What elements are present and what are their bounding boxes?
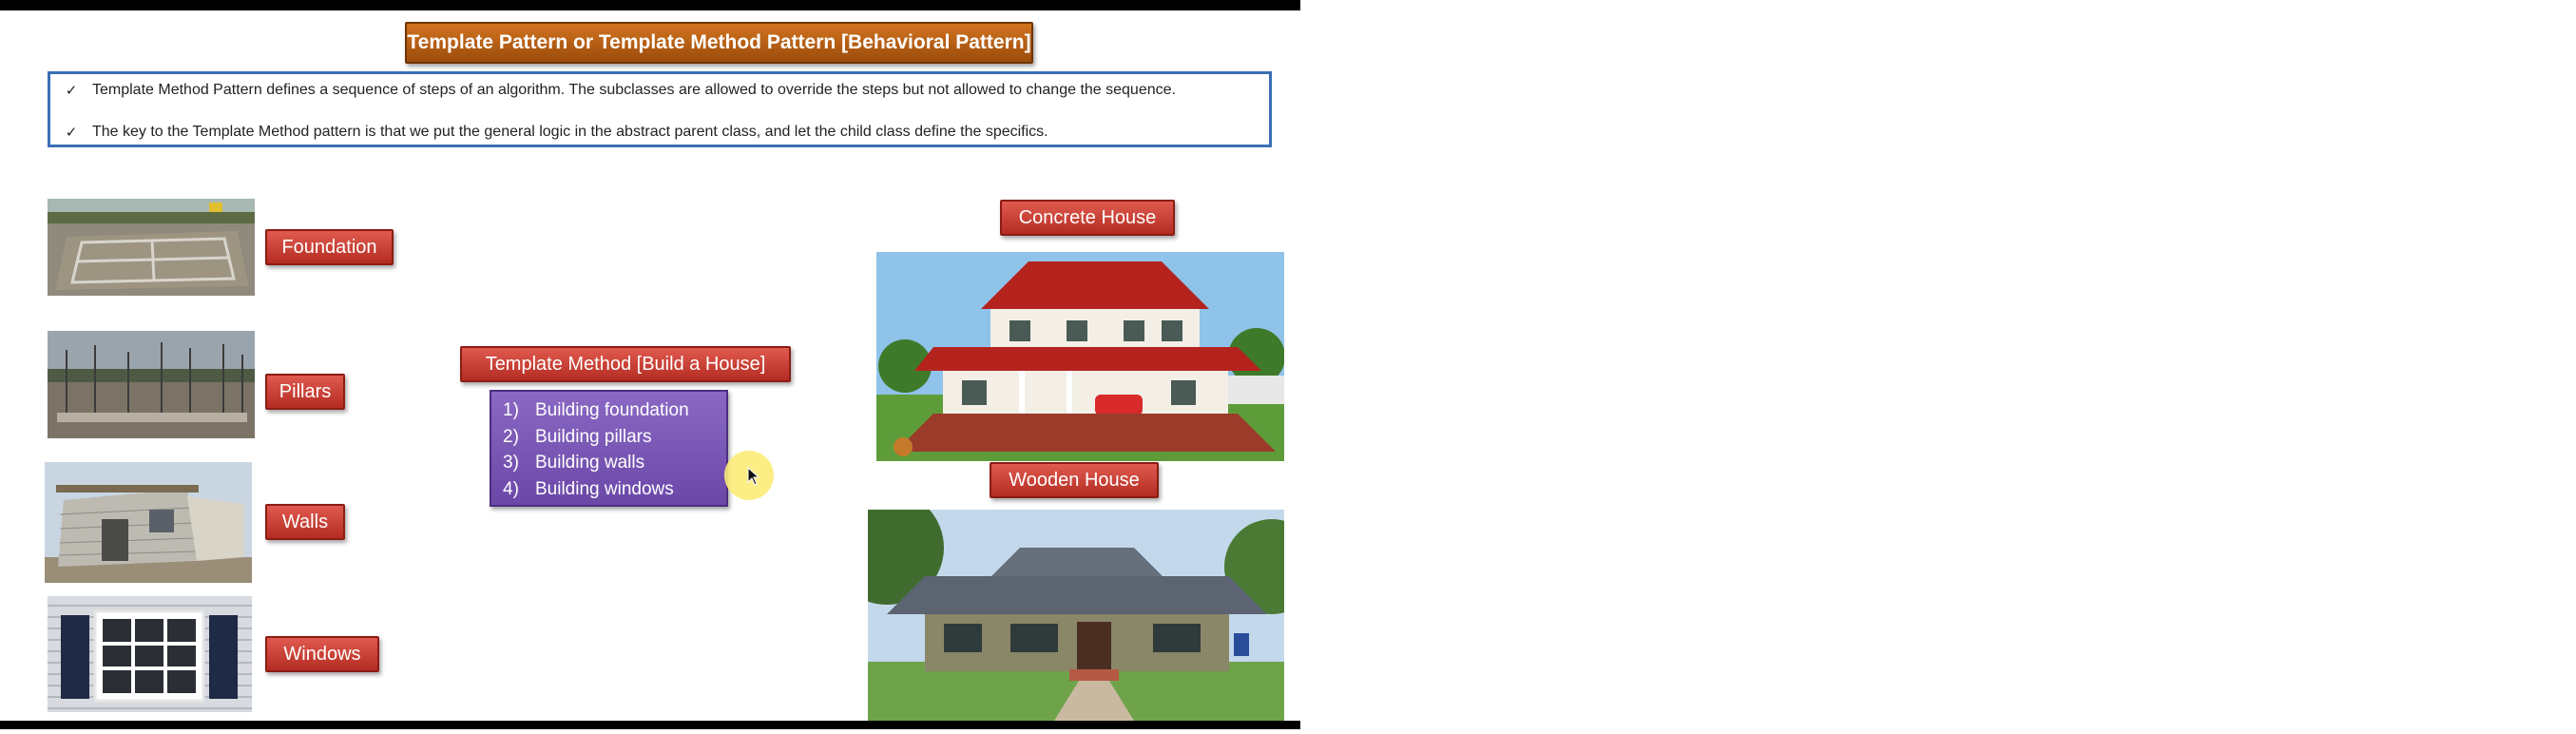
wooden-house-label: Wooden House	[990, 462, 1159, 498]
step-item: 2) Building pillars	[503, 426, 652, 447]
foundation-label: Foundation	[265, 229, 394, 265]
bullet-item: ✓ The key to the Template Method pattern…	[64, 124, 1048, 141]
bullet-item: ✓ Template Method Pattern defines a sequ…	[64, 82, 1176, 99]
pillars-photo	[48, 331, 255, 438]
checkmark-icon: ✓	[65, 125, 78, 141]
wooden-house-photo	[868, 510, 1284, 721]
concrete-house-photo	[876, 252, 1284, 461]
top-border-bar	[0, 0, 1300, 10]
slide: Template Pattern or Template Method Patt…	[0, 0, 1300, 734]
template-method-heading: Template Method [Build a House]	[460, 346, 791, 382]
mouse-pointer-icon	[747, 467, 760, 486]
template-steps-list: 1) Building foundation 2) Building pillars…	[490, 390, 728, 507]
bullet-text: The key to the Template Method pattern i…	[92, 124, 1048, 140]
concrete-house-label: Concrete House	[1000, 200, 1175, 236]
description-box: ✓ Template Method Pattern defines a sequ…	[48, 71, 1272, 147]
step-item: 1) Building foundation	[503, 400, 689, 420]
pillars-label: Pillars	[265, 374, 345, 410]
bullet-text: Template Method Pattern defines a sequen…	[92, 82, 1176, 98]
walls-photo	[45, 462, 252, 583]
step-item: 4) Building windows	[503, 478, 674, 499]
windows-label: Windows	[265, 636, 379, 672]
slide-title: Template Pattern or Template Method Patt…	[405, 22, 1033, 64]
foundation-photo	[48, 199, 255, 296]
step-item: 3) Building walls	[503, 453, 645, 473]
windows-photo	[48, 596, 252, 712]
bottom-border-bar	[0, 721, 1300, 729]
walls-label: Walls	[265, 504, 345, 540]
checkmark-icon: ✓	[65, 83, 78, 99]
